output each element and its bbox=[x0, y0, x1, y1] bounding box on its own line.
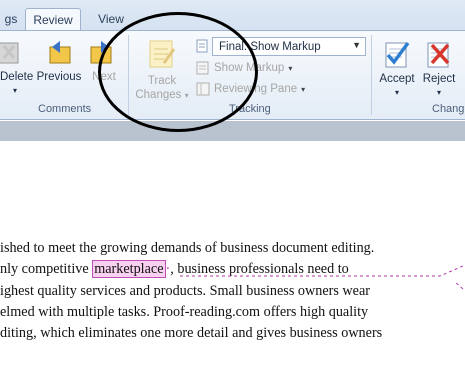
chevron-down-icon: ▾ bbox=[301, 84, 306, 94]
reject-dropdown-caret: ▾ bbox=[436, 88, 441, 97]
chevron-down-icon: ▾ bbox=[288, 63, 293, 73]
reject-icon bbox=[427, 42, 450, 68]
ribbon-tab-bar: gs Review View bbox=[0, 0, 465, 30]
comment-balloon-connector bbox=[180, 265, 464, 290]
accept-dropdown-caret: ▾ bbox=[394, 88, 399, 97]
comments-group-label: Comments bbox=[38, 103, 92, 115]
previous-comment-icon bbox=[49, 41, 71, 64]
changes-group-label: Chang bbox=[432, 103, 465, 115]
accept-change-button[interactable]: Accept ▾ bbox=[377, 37, 417, 100]
delete-comment-icon bbox=[0, 42, 19, 64]
highlight-circle-annotation bbox=[98, 12, 258, 132]
tab-review[interactable]: Review bbox=[25, 8, 81, 30]
delete-comment-button[interactable]: Delete ▾ bbox=[0, 37, 33, 98]
reject-change-button[interactable]: Reject ▾ bbox=[420, 37, 458, 100]
previous-comment-button[interactable]: Previous bbox=[36, 37, 82, 84]
document-page[interactable]: ished to meet the growing demands of bus… bbox=[0, 141, 465, 370]
group-separator bbox=[371, 35, 372, 115]
document-background bbox=[0, 121, 465, 141]
accept-icon bbox=[385, 41, 410, 68]
delete-dropdown-caret: ▾ bbox=[12, 86, 17, 95]
chevron-down-icon: ▼ bbox=[352, 40, 361, 50]
tab-mailings[interactable]: gs bbox=[0, 8, 22, 30]
